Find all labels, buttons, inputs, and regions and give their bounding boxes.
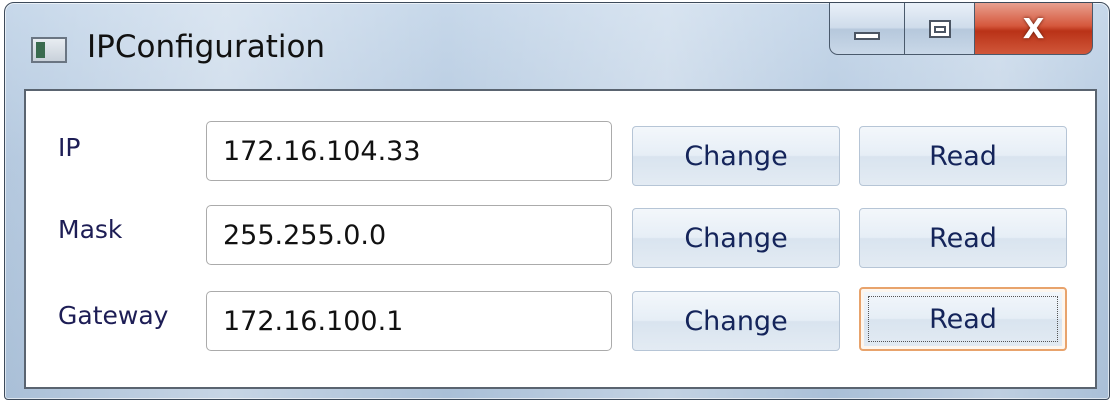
mask-change-button[interactable]: Change: [632, 208, 840, 268]
title-bar[interactable]: IPConfiguration X: [5, 3, 1109, 89]
ip-read-button[interactable]: Read: [859, 126, 1067, 186]
ip-label: IP: [58, 133, 81, 162]
mask-read-button[interactable]: Read: [859, 208, 1067, 268]
ip-row: IP Change Read: [26, 121, 1095, 186]
maximize-button[interactable]: [905, 3, 975, 55]
caption-buttons: X: [829, 3, 1093, 55]
minimize-icon: [854, 31, 880, 40]
minimize-button[interactable]: [829, 3, 905, 55]
close-icon: X: [1022, 12, 1045, 45]
maximize-icon: [928, 19, 951, 38]
ip-change-button[interactable]: Change: [632, 126, 840, 186]
client-area: IP Change Read Mask Change Read Gateway …: [24, 89, 1097, 389]
gateway-read-button[interactable]: Read: [859, 287, 1067, 351]
mask-row: Mask Change Read: [26, 205, 1095, 268]
gateway-label: Gateway: [58, 301, 169, 330]
focus-rectangle: [868, 296, 1058, 342]
window-title: IPConfiguration: [87, 29, 326, 65]
close-button[interactable]: X: [975, 3, 1093, 55]
ip-input[interactable]: [206, 121, 612, 181]
mask-input[interactable]: [206, 205, 612, 265]
mask-label: Mask: [58, 215, 123, 244]
gateway-row: Gateway Change Read: [26, 287, 1095, 351]
gateway-change-button[interactable]: Change: [632, 291, 840, 351]
app-window-icon[interactable]: [31, 37, 67, 63]
ipconfiguration-window: IPConfiguration X IP Change Read Mask Ch…: [4, 2, 1110, 400]
gateway-input[interactable]: [206, 291, 612, 351]
